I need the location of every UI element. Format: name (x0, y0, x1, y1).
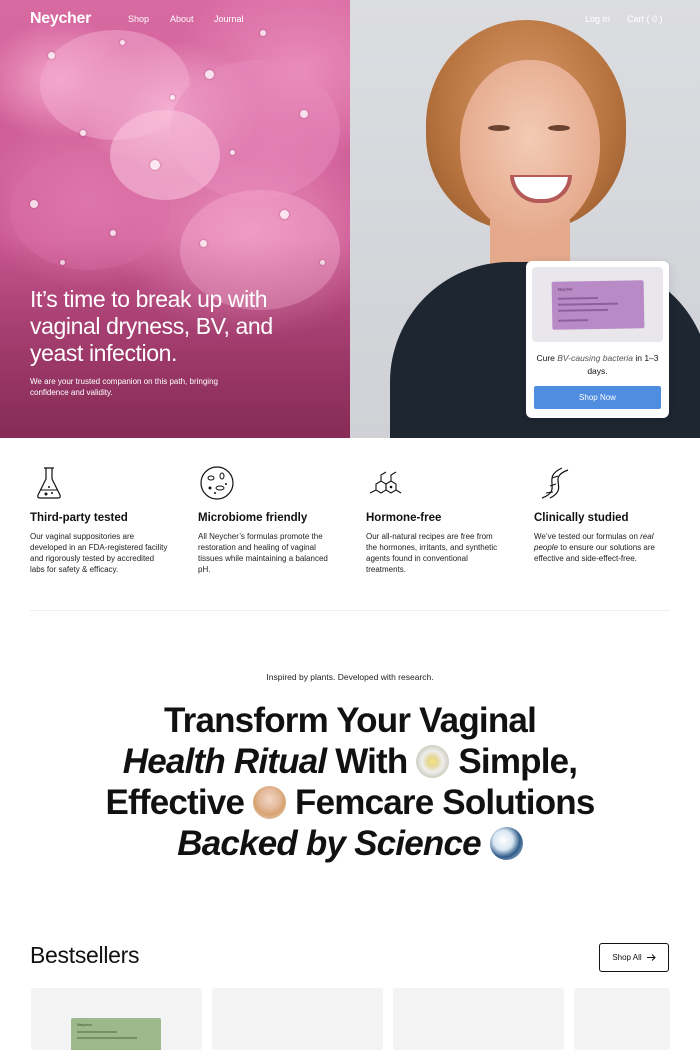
bestsellers-title: Bestsellers (30, 942, 140, 968)
hero-headline: It’s time to break up with vaginal dryne… (30, 286, 273, 366)
transform-eyebrow: Inspired by plants. Developed with resea… (266, 672, 434, 682)
hero-flower-image (0, 0, 350, 438)
product-pack: Neycher (71, 1018, 161, 1050)
flower-thumbnail (416, 745, 450, 778)
feature-body: All Neycher’s formulas promote the resto… (198, 532, 328, 574)
product-pack: Neycher (551, 280, 645, 330)
hero-section: Neycher Shop About Journal Log In Cart (… (0, 0, 700, 438)
woman-thumbnail (253, 786, 287, 819)
microbiome-icon (200, 466, 234, 500)
pack-brand-label: Neycher (557, 286, 573, 292)
promo-card: Neycher Cure BV-causing bacteria in 1–3 … (526, 261, 669, 418)
lab-thumbnail (489, 827, 523, 860)
molecule-icon (369, 471, 402, 494)
top-nav: Neycher Shop About Journal Log In Cart (… (0, 0, 700, 40)
login-link[interactable]: Log In (585, 14, 610, 24)
feature-title: Clinically studied (534, 512, 629, 524)
feature-title: Microbiome friendly (198, 512, 308, 524)
nav-link-journal[interactable]: Journal (214, 14, 244, 24)
pack-brand-label: Neycher (77, 1022, 92, 1027)
feature-body: Our all-natural recipes are free from th… (366, 532, 498, 574)
hero-subtext: We are your trusted companion on this pa… (30, 377, 218, 397)
section-divider (30, 610, 670, 611)
transform-heading: Transform Your Vaginal Health Ritual Wit… (105, 701, 595, 863)
dna-icon (541, 467, 569, 499)
product-card[interactable]: Neycher (31, 988, 202, 1050)
product-card[interactable] (393, 988, 564, 1050)
feature-title: Hormone-free (366, 512, 442, 524)
product-image: Neycher (532, 267, 663, 342)
features-section: Third-party tested Our vaginal supposito… (0, 450, 700, 610)
flask-icon (37, 467, 61, 499)
cart-link[interactable]: Cart ( 0 ) (627, 14, 663, 24)
nav-link-about[interactable]: About (170, 14, 194, 24)
feature-body: Our vaginal suppositories are developed … (30, 532, 168, 574)
feature-title: Third-party tested (30, 512, 128, 524)
product-card[interactable] (212, 988, 383, 1050)
shop-now-button[interactable]: Shop Now (534, 386, 661, 409)
nav-link-shop[interactable]: Shop (128, 14, 149, 24)
promo-text: Cure BV-causing bacteria in 1–3 days. (536, 353, 659, 376)
promo-text-emphasis: BV-causing bacteria (557, 353, 634, 363)
arrow-right-icon (646, 954, 656, 961)
shop-all-button[interactable]: Shop All (599, 943, 669, 972)
feature-body: We’ve tested our formulas on real people… (534, 532, 655, 563)
product-card[interactable] (574, 988, 670, 1050)
brand-logo[interactable]: Neycher (30, 10, 91, 28)
